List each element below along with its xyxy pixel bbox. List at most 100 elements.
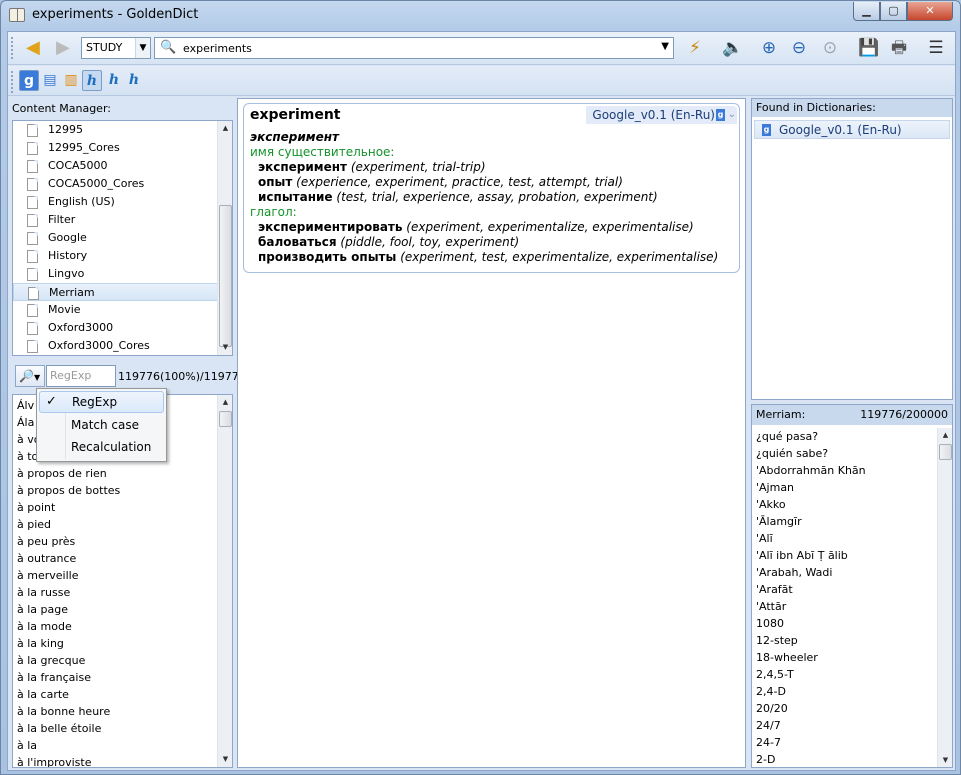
h-dict-button-2[interactable]: h <box>104 70 124 91</box>
zoom-reset-icon[interactable]: ⊙ <box>818 37 842 59</box>
content-item[interactable]: History <box>13 247 232 265</box>
list-item[interactable]: à la king <box>13 635 232 652</box>
list-item[interactable]: à l'improviste <box>13 754 232 767</box>
list-item[interactable]: à la mode <box>13 618 232 635</box>
h-dict-button-3[interactable]: h <box>124 70 144 91</box>
group-select[interactable]: STUDY ▼ <box>81 37 151 59</box>
maximize-button[interactable]: ▢ <box>880 2 907 21</box>
list-item[interactable]: à propos de bottes <box>13 482 232 499</box>
list-item[interactable]: 18-wheeler <box>752 649 952 666</box>
list-item[interactable]: à outrance <box>13 550 232 567</box>
scroll-up-icon[interactable]: ▲ <box>218 121 232 136</box>
list-item[interactable]: 24-7 <box>752 734 952 751</box>
content-item[interactable]: Filter <box>13 211 232 229</box>
list-item[interactable]: à propos de rien <box>13 465 232 482</box>
list-item[interactable]: 24/7 <box>752 717 952 734</box>
content-item[interactable]: COCA5000 <box>13 157 232 175</box>
scroll-thumb[interactable] <box>219 205 232 347</box>
article-dictionary-tag[interactable]: Google_v0.1 (En-Ru) g ⌄ <box>586 106 737 124</box>
book-dict-icon[interactable]: ▥ <box>61 70 81 91</box>
search-field[interactable]: 🔍 ▼ <box>154 37 674 59</box>
content-item[interactable]: Google <box>13 229 232 247</box>
list-item[interactable]: 'Arabah, Wadi <box>752 564 952 581</box>
list-item[interactable]: à la bonne heure <box>13 703 232 720</box>
chat-dict-icon[interactable]: ▤ <box>40 70 60 91</box>
content-item[interactable]: English (US) <box>13 193 232 211</box>
forward-arrow-icon[interactable]: ▶ <box>56 39 70 57</box>
content-item[interactable]: Merriam <box>13 283 232 301</box>
list-item[interactable]: 'Ālamgīr <box>752 513 952 530</box>
speaker-icon[interactable]: 🔈 <box>721 37 745 59</box>
scroll-thumb[interactable] <box>939 444 952 460</box>
found-dictionary-item[interactable]: g Google_v0.1 (En-Ru) <box>754 120 950 139</box>
h-dict-button-1[interactable]: h <box>82 70 102 91</box>
list-item[interactable]: 'Abdorrahmān Khān <box>752 462 952 479</box>
list-item[interactable]: 'Ajman <box>752 479 952 496</box>
list-item[interactable]: 1080 <box>752 615 952 632</box>
scroll-up-icon[interactable]: ▲ <box>218 395 232 410</box>
menu-icon[interactable]: ☰ <box>924 37 948 59</box>
list-item[interactable]: 12-step <box>752 632 952 649</box>
scroll-down-icon[interactable]: ▼ <box>218 340 232 355</box>
content-item[interactable]: Oxford3000 <box>13 319 232 337</box>
menu-item-regexp[interactable]: ✓ RegExp <box>39 391 164 413</box>
list-item[interactable]: à la page <box>13 601 232 618</box>
minimize-button[interactable]: ▁ <box>853 2 880 21</box>
list-item[interactable]: à la russe <box>13 584 232 601</box>
list-item[interactable]: 'Alī <box>752 530 952 547</box>
list-item[interactable]: 'Attār <box>752 598 952 615</box>
content-item[interactable]: Movie <box>13 301 232 319</box>
back-arrow-icon[interactable]: ◀ <box>26 39 40 57</box>
chevron-down-icon[interactable]: ⌄ <box>728 106 736 124</box>
filter-options-button[interactable]: 🔎▼ <box>15 365 45 387</box>
zoom-out-icon[interactable]: ⊖ <box>787 37 811 59</box>
list-item[interactable]: 2,4,5-T <box>752 666 952 683</box>
toolbar-grip[interactable] <box>11 71 14 93</box>
toolbar-grip[interactable] <box>11 37 14 59</box>
scroll-down-icon[interactable]: ▼ <box>938 753 952 767</box>
list-item[interactable]: à la <box>13 737 232 754</box>
content-item-label: Merriam <box>49 286 95 299</box>
zoom-in-icon[interactable]: ⊕ <box>757 37 781 59</box>
translation-word: экспериментировать <box>258 220 403 234</box>
scroll-down-icon[interactable]: ▼ <box>218 752 232 767</box>
list-item[interactable]: à merveille <box>13 567 232 584</box>
list-item[interactable]: à la grecque <box>13 652 232 669</box>
print-icon[interactable]: 🖶 <box>887 37 911 59</box>
content-item[interactable]: Lingvo <box>13 265 232 283</box>
list-item[interactable]: à peu près <box>13 533 232 550</box>
history-dropdown-icon[interactable]: ▼ <box>661 41 669 52</box>
content-item[interactable]: COCA5000_Cores <box>13 175 232 193</box>
list-item[interactable]: à la carte <box>13 686 232 703</box>
list-item[interactable]: 'Akko <box>752 496 952 513</box>
chevron-down-icon[interactable]: ▼ <box>135 38 150 58</box>
headwords-scrollbar[interactable]: ▲ ▼ <box>937 428 952 767</box>
menu-item-match-case[interactable]: Match case <box>39 414 164 436</box>
list-item[interactable]: 'Alī ibn Abī Ṭ ālib <box>752 547 952 564</box>
list-item[interactable]: à la belle étoile <box>13 720 232 737</box>
word-list-scrollbar[interactable]: ▲ ▼ <box>217 395 232 767</box>
list-item[interactable]: ¿qué pasa? <box>752 428 952 445</box>
filter-input[interactable]: RegExp <box>46 365 116 387</box>
list-item[interactable]: à pied <box>13 516 232 533</box>
content-item-label: COCA5000 <box>48 159 108 172</box>
scroll-thumb[interactable] <box>219 411 232 427</box>
list-item[interactable]: ¿quién sabe? <box>752 445 952 462</box>
google-dict-button[interactable]: g <box>19 70 39 91</box>
list-item[interactable]: à la française <box>13 669 232 686</box>
close-button[interactable]: ✕ <box>907 2 953 21</box>
list-item[interactable]: 2,4-D <box>752 683 952 700</box>
search-input[interactable] <box>183 40 643 56</box>
list-item[interactable]: 20/20 <box>752 700 952 717</box>
content-item[interactable]: 12995 <box>13 121 232 139</box>
content-manager-scrollbar[interactable]: ▲ ▼ <box>217 121 232 355</box>
list-item[interactable]: 'Arafāt <box>752 581 952 598</box>
scroll-up-icon[interactable]: ▲ <box>938 428 952 443</box>
list-item[interactable]: à point <box>13 499 232 516</box>
content-item[interactable]: Oxford3000_Cores <box>13 337 232 355</box>
list-item[interactable]: 2-D <box>752 751 952 767</box>
wand-icon[interactable]: ⚡ <box>683 37 707 59</box>
content-item[interactable]: 12995_Cores <box>13 139 232 157</box>
menu-item-recalculation[interactable]: Recalculation <box>39 436 164 458</box>
save-icon[interactable]: 💾 <box>857 37 881 59</box>
